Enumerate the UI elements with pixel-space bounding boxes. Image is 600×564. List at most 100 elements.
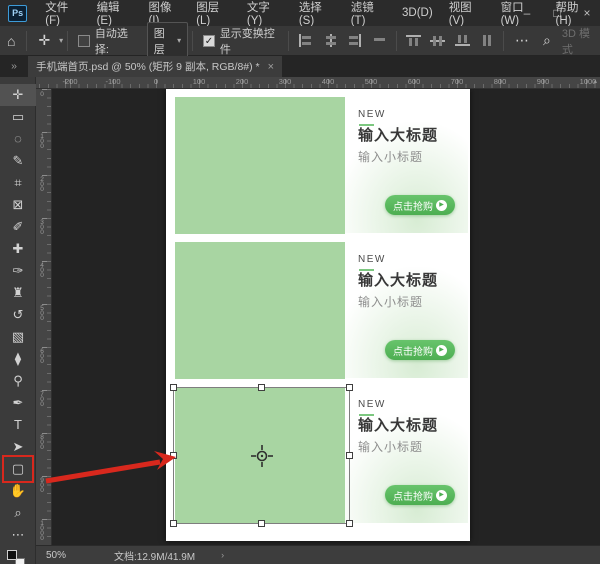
canvas-area: NEW 输入大标题 输入小标题 点击抢购 ▶ NEW 输入大标题 输入小标题 点… xyxy=(52,89,600,545)
distribute-horizontal-icon[interactable] xyxy=(372,34,387,47)
transform-handle[interactable] xyxy=(170,452,177,459)
transform-handle[interactable] xyxy=(346,520,353,527)
document-tab-title: 手机端首页.psd @ 50% (矩形 9 副本, RGB/8#) * xyxy=(36,59,260,74)
status-bar: 50% 文档:12.9M/41.9M › xyxy=(36,545,600,564)
ruler-label: 300 xyxy=(279,77,292,86)
history-brush-tool[interactable]: ↺ xyxy=(0,304,36,326)
rectangle-tool-highlight-box xyxy=(2,455,34,483)
options-bar: ⌂ ✛ ▾ 自动选择: 图层 ▾ ✓ 显示变换控件 ⋯ ⌕ 3D 模式 xyxy=(0,26,600,56)
divider xyxy=(396,31,397,51)
align-left-edges-icon[interactable] xyxy=(298,34,313,47)
ruler-label: 500 xyxy=(365,77,378,86)
edit-toolbar-icon[interactable]: ⋯ xyxy=(0,524,36,546)
align-top-edges-icon[interactable] xyxy=(406,34,421,47)
ruler-label: 0 xyxy=(38,91,45,96)
ruler-label: 100 xyxy=(38,133,45,148)
move-tool-icon[interactable]: ✛ xyxy=(31,32,57,49)
transform-selection[interactable] xyxy=(173,387,350,524)
close-button[interactable]: × xyxy=(580,6,594,20)
green-rectangle xyxy=(175,242,345,379)
document-tab[interactable]: 手机端首页.psd @ 50% (矩形 9 副本, RGB/8#) * × xyxy=(28,56,282,77)
distribute-vertical-icon[interactable] xyxy=(479,34,494,47)
type-tool[interactable]: T xyxy=(0,414,36,436)
ruler-label: 600 xyxy=(38,348,45,363)
minimize-button[interactable]: – xyxy=(520,6,534,20)
ruler-label: 200 xyxy=(236,77,249,86)
zoom-level-field[interactable]: 50% xyxy=(46,550,86,561)
pen-tool[interactable]: ✒ xyxy=(0,392,36,414)
ruler-label: 1000 xyxy=(38,520,45,540)
ruler-label: 500 xyxy=(38,305,45,320)
close-tab-icon[interactable]: × xyxy=(268,61,274,73)
divider xyxy=(503,31,504,51)
rectangular-marquee-tool[interactable]: ▭ xyxy=(0,106,36,128)
ruler-label: 0 xyxy=(154,77,158,86)
crop-tool[interactable]: ⌗ xyxy=(0,172,36,194)
divider xyxy=(67,31,68,51)
show-transform-checkbox[interactable]: ✓ xyxy=(203,35,215,47)
card-title: 输入大标题 xyxy=(358,269,438,290)
quick-selection-tool[interactable]: ✎ xyxy=(0,150,36,172)
eyedropper-tool[interactable]: ✐ xyxy=(0,216,36,238)
search-icon[interactable]: ⌕ xyxy=(536,32,558,49)
brush-tool[interactable]: ✑ xyxy=(0,260,36,282)
hand-tool[interactable]: ✋ xyxy=(0,480,36,502)
transform-handle[interactable] xyxy=(258,520,265,527)
ruler-label: 400 xyxy=(322,77,335,86)
maximize-button[interactable]: □ xyxy=(550,6,564,20)
transform-handle[interactable] xyxy=(170,520,177,527)
move-tool[interactable]: ✛ xyxy=(0,84,36,106)
show-transform-label: 显示变换控件 xyxy=(220,25,284,57)
gradient-tool[interactable]: ▧ xyxy=(0,326,36,348)
frame-tool[interactable]: ⊠ xyxy=(0,194,36,216)
menu-bar: Ps 文件(F) 编辑(E) 图像(I) 图层(L) 文字(Y) 选择(S) 滤… xyxy=(0,0,600,26)
transform-handle[interactable] xyxy=(258,384,265,391)
ruler-label: 400 xyxy=(38,262,45,277)
card-subtitle: 输入小标题 xyxy=(358,438,423,455)
ruler-label: 200 xyxy=(38,176,45,191)
buy-button: 点击抢购 ▶ xyxy=(385,485,455,505)
healing-brush-tool[interactable]: ✚ xyxy=(0,238,36,260)
home-icon[interactable]: ⌂ xyxy=(0,33,22,49)
align-horizontal-centers-icon[interactable] xyxy=(323,34,338,47)
foreground-color-swatch[interactable] xyxy=(7,550,17,560)
3d-mode-label: 3D 模式 xyxy=(562,25,600,57)
align-vertical-centers-icon[interactable] xyxy=(430,34,445,47)
menu-3d[interactable]: 3D(D) xyxy=(394,3,441,23)
dodge-tool[interactable]: ⚲ xyxy=(0,370,36,392)
align-right-edges-icon[interactable] xyxy=(347,34,362,47)
ruler-label: -200 xyxy=(62,77,77,86)
ruler-label: 800 xyxy=(38,434,45,449)
divider xyxy=(26,31,27,51)
new-badge: NEW xyxy=(358,254,386,265)
tab-overflow-icon[interactable]: » xyxy=(0,56,28,77)
photoshop-window: Ps 文件(F) 编辑(E) 图像(I) 图层(L) 文字(Y) 选择(S) 滤… xyxy=(0,0,600,564)
lasso-tool[interactable]: ◌ xyxy=(0,128,36,150)
blur-tool[interactable]: ⧫ xyxy=(0,348,36,370)
transform-handle[interactable] xyxy=(346,384,353,391)
green-rectangle xyxy=(175,97,345,234)
arrow-circle-icon: ▶ xyxy=(436,200,447,211)
transform-handle[interactable] xyxy=(346,452,353,459)
card-title: 输入大标题 xyxy=(358,414,438,435)
target-dropdown[interactable]: 图层 ▾ xyxy=(147,22,188,60)
buy-button: 点击抢购 ▶ xyxy=(385,195,455,215)
vertical-ruler: 0 100 200 300 400 500 600 700 800 900 10… xyxy=(36,89,52,545)
color-swatches[interactable] xyxy=(0,548,36,564)
align-bottom-edges-icon[interactable] xyxy=(455,34,470,47)
ruler-corner-icon[interactable]: ▴ xyxy=(593,77,597,85)
reference-point-crosshair xyxy=(251,445,273,467)
ruler-label: 100 xyxy=(193,77,206,86)
status-menu-arrow-icon[interactable]: › xyxy=(221,550,224,560)
clone-stamp-tool[interactable]: ♜ xyxy=(0,282,36,304)
document-canvas[interactable]: NEW 输入大标题 输入小标题 点击抢购 ▶ NEW 输入大标题 输入小标题 点… xyxy=(166,89,470,541)
zoom-tool[interactable]: ⌕ xyxy=(0,502,36,524)
ruler-label: 600 xyxy=(408,77,421,86)
card-subtitle: 输入小标题 xyxy=(358,148,423,165)
ruler-label: -100 xyxy=(105,77,120,86)
more-options-icon[interactable]: ⋯ xyxy=(508,32,536,49)
buy-button-label: 点击抢购 xyxy=(393,198,433,213)
auto-select-checkbox[interactable] xyxy=(78,35,90,47)
auto-select-label: 自动选择: xyxy=(95,25,141,57)
transform-handle[interactable] xyxy=(170,384,177,391)
